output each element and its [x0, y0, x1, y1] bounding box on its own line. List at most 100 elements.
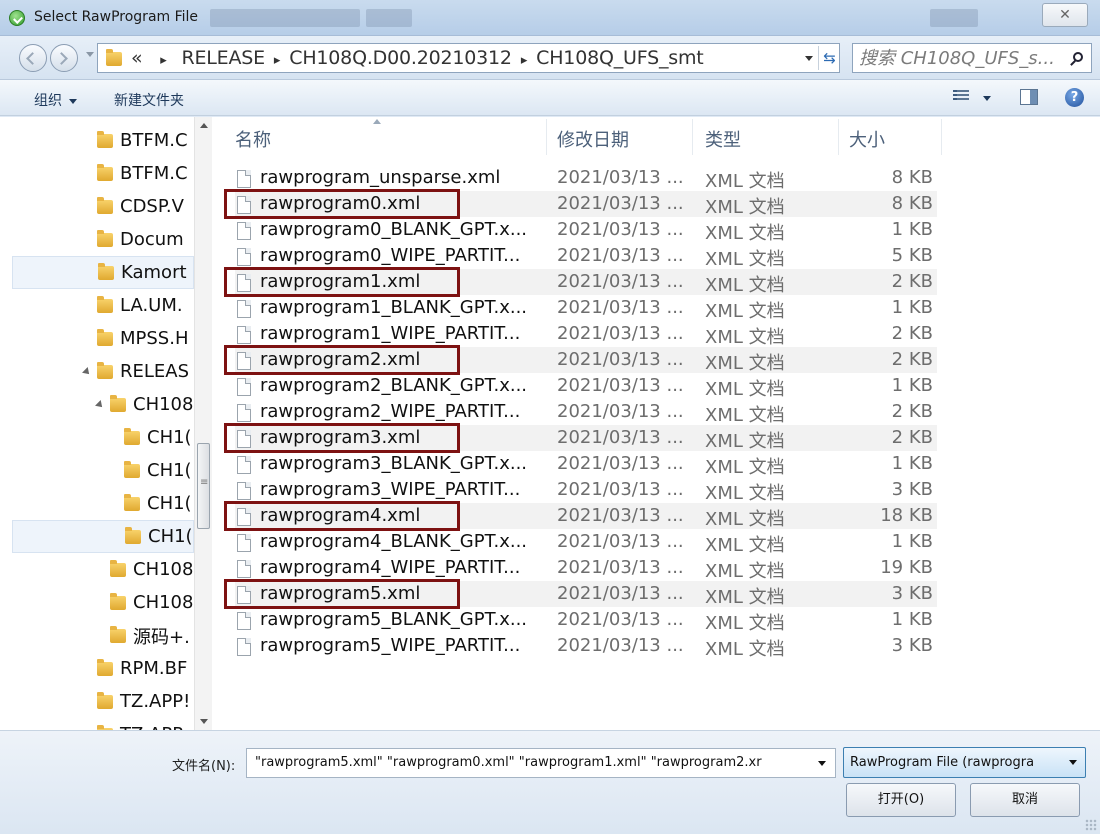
file-date: 2021/03/13 ... [557, 609, 684, 630]
nav-tree-item[interactable]: CH1( [124, 487, 194, 520]
nav-tree-label: Docum [120, 229, 184, 250]
help-icon[interactable]: ? [1065, 88, 1084, 107]
nav-tree-item[interactable]: Kamort [12, 256, 194, 289]
chevron-down-icon[interactable] [983, 96, 991, 101]
file-size: 2 KB [891, 427, 933, 448]
file-row[interactable]: rawprogram0_BLANK_GPT.x... 2021/03/13 ...… [235, 217, 937, 244]
file-size: 8 KB [891, 167, 933, 188]
file-row[interactable]: rawprogram5_BLANK_GPT.x... 2021/03/13 ...… [235, 607, 937, 634]
file-size: 3 KB [891, 583, 933, 604]
resize-grip-icon[interactable] [1085, 819, 1097, 831]
file-row[interactable]: rawprogram_unsparse.xml 2021/03/13 ... XML… [235, 165, 937, 192]
file-date: 2021/03/13 ... [557, 479, 684, 500]
folder-icon [124, 493, 140, 511]
expand-arrow-icon[interactable] [82, 367, 92, 377]
column-divider[interactable] [838, 119, 839, 155]
nav-tree-item[interactable]: CH108 [110, 553, 194, 586]
cancel-button[interactable]: 取消 [970, 783, 1080, 817]
back-button[interactable] [19, 44, 47, 72]
xml-file-icon [237, 326, 251, 344]
nav-tree-item[interactable]: RELEAS [97, 355, 194, 388]
address-bar: « ▸ RELEASE ▸ CH108Q.D00.20210312 ▸ CH108Q_U… [0, 36, 1100, 80]
recent-locations-dropdown[interactable] [86, 52, 94, 57]
folder-icon [125, 526, 141, 544]
refresh-button[interactable]: ⇆ [818, 46, 840, 70]
file-date: 2021/03/13 ... [557, 401, 684, 422]
view-options-icon[interactable] [953, 90, 969, 104]
path-box[interactable]: « ▸ RELEASE ▸ CH108Q.D00.20210312 ▸ CH108Q_U… [97, 43, 840, 73]
navigation-pane: BTFM.C BTFM.C CDSP.V Docum Kamort LA.UM. MPSS.… [0, 117, 216, 730]
nav-tree-item[interactable]: Docum [97, 223, 194, 256]
breadcrumb-separator-icon[interactable]: ▸ [274, 53, 281, 68]
file-type: XML 文档 [705, 457, 785, 478]
file-row[interactable]: rawprogram2_BLANK_GPT.x... 2021/03/13 ...… [235, 373, 937, 400]
nav-tree-item[interactable]: BTFM.C [97, 157, 194, 190]
nav-tree-item[interactable]: TZ.APP! [97, 685, 194, 718]
highlight-annotation-box [224, 579, 460, 609]
nav-tree-item[interactable]: CH1( [124, 454, 194, 487]
breadcrumb-item[interactable]: RELEASE [181, 47, 265, 69]
file-row[interactable]: rawprogram1_WIPE_PARTIT... 2021/03/13 ...… [235, 321, 937, 348]
nav-tree-item[interactable]: CDSP.V [97, 190, 194, 223]
scroll-up-icon[interactable] [200, 123, 208, 128]
column-header-type[interactable]: 类型 [705, 126, 741, 152]
nav-tree-item[interactable]: RPM.BF [97, 652, 194, 685]
nav-tree-item[interactable]: TZ.APP [97, 718, 194, 730]
nav-tree-item[interactable]: CH108 [110, 586, 194, 619]
filename-history-dropdown-icon[interactable] [818, 761, 826, 766]
column-divider[interactable] [692, 119, 693, 155]
file-row[interactable]: rawprogram3_WIPE_PARTIT... 2021/03/13 ...… [235, 477, 937, 504]
file-row[interactable]: rawprogram1_BLANK_GPT.x... 2021/03/13 ...… [235, 295, 937, 322]
open-button[interactable]: 打开(O) [846, 783, 956, 817]
preview-pane-icon[interactable] [1020, 89, 1038, 105]
nav-scrollbar[interactable] [194, 117, 212, 730]
search-input[interactable] [859, 46, 1064, 70]
column-divider[interactable] [941, 119, 942, 155]
file-row[interactable]: rawprogram5_WIPE_PARTIT... 2021/03/13 ...… [235, 633, 937, 660]
nav-tree-item[interactable]: CH108 [110, 388, 194, 421]
forward-button[interactable] [50, 44, 78, 72]
file-row[interactable]: rawprogram4_WIPE_PARTIT... 2021/03/13 ...… [235, 555, 937, 582]
nav-tree-item[interactable]: BTFM.C [97, 124, 194, 157]
file-date: 2021/03/13 ... [557, 427, 684, 448]
scrollbar-thumb[interactable] [197, 443, 210, 529]
nav-tree-item[interactable]: 源码+. [110, 619, 194, 652]
breadcrumb-overflow[interactable]: « [131, 47, 143, 69]
organize-menu[interactable]: 组织 [34, 90, 77, 110]
path-dropdown-icon[interactable] [805, 56, 813, 61]
scroll-down-icon[interactable] [200, 719, 208, 724]
search-icon[interactable] [1073, 52, 1083, 62]
expand-arrow-icon[interactable] [95, 400, 105, 410]
nav-tree-item[interactable]: LA.UM. [97, 289, 194, 322]
file-name: rawprogram1_WIPE_PARTIT... [260, 323, 521, 344]
breadcrumb-separator-icon[interactable]: ▸ [521, 53, 528, 68]
file-row[interactable]: rawprogram3_BLANK_GPT.x... 2021/03/13 ...… [235, 451, 937, 478]
file-row[interactable]: rawprogram4_BLANK_GPT.x... 2021/03/13 ...… [235, 529, 937, 556]
file-type-filter[interactable]: RawProgram File (rawprogra [843, 747, 1086, 778]
chevron-down-icon[interactable] [1069, 760, 1077, 765]
file-type: XML 文档 [705, 379, 785, 400]
xml-file-icon [237, 534, 251, 552]
nav-tree-item[interactable]: MPSS.H [97, 322, 194, 355]
nav-tree-item[interactable]: CH1( [124, 421, 194, 454]
column-header-date[interactable]: 修改日期 [557, 126, 629, 152]
file-row[interactable]: rawprogram2_WIPE_PARTIT... 2021/03/13 ...… [235, 399, 937, 426]
file-type: XML 文档 [705, 639, 785, 660]
title-bar[interactable]: Select RawProgram File ✕ [0, 0, 1100, 36]
close-button[interactable]: ✕ [1042, 3, 1088, 27]
breadcrumb-item[interactable]: CH108Q.D00.20210312 [289, 47, 512, 69]
breadcrumb-item[interactable]: CH108Q_UFS_smt [536, 47, 704, 69]
xml-file-icon [237, 300, 251, 318]
filename-input[interactable]: "rawprogram5.xml" "rawprogram0.xml" "raw… [246, 748, 836, 778]
file-row[interactable]: rawprogram0_WIPE_PARTIT... 2021/03/13 ...… [235, 243, 937, 270]
filename-label: 文件名(N): [172, 759, 236, 774]
file-date: 2021/03/13 ... [557, 323, 684, 344]
new-folder-button[interactable]: 新建文件夹 [114, 90, 184, 110]
nav-tree-item[interactable]: CH1( [12, 520, 194, 553]
file-name: rawprogram5_BLANK_GPT.x... [260, 609, 528, 630]
column-header-name[interactable]: 名称 [235, 126, 271, 152]
file-size: 19 KB [880, 557, 933, 578]
file-size: 3 KB [891, 635, 933, 656]
column-header-size[interactable]: 大小 [849, 126, 885, 152]
column-divider[interactable] [546, 119, 547, 155]
